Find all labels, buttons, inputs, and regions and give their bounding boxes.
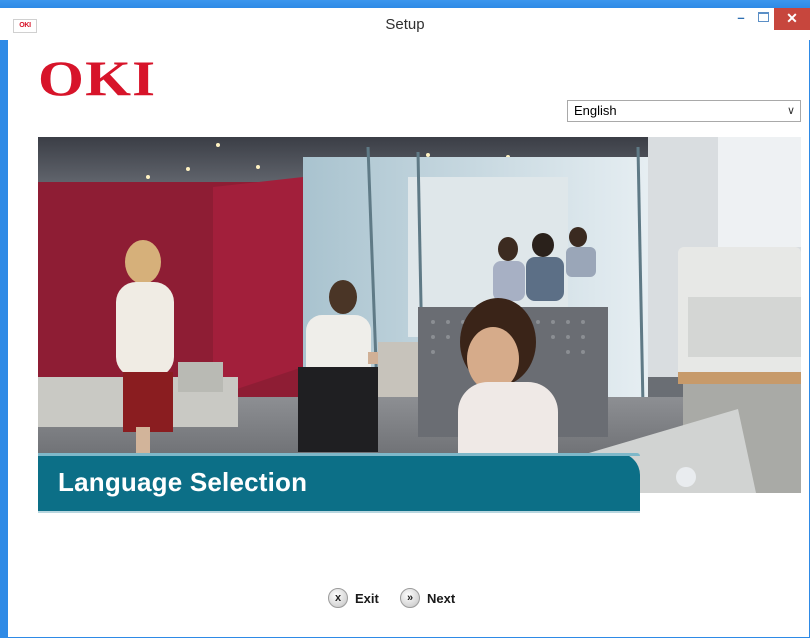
close-window-button[interactable]: ✕ bbox=[774, 8, 810, 30]
language-select-value: English bbox=[574, 103, 617, 118]
title-bar[interactable]: OKI Setup – ✕ bbox=[0, 0, 810, 40]
exit-button[interactable]: x Exit bbox=[328, 587, 379, 609]
exit-label: Exit bbox=[355, 590, 379, 606]
close-icon: ✕ bbox=[786, 10, 798, 26]
maximize-icon bbox=[757, 12, 769, 22]
language-select[interactable]: English ∨ bbox=[567, 100, 801, 122]
section-header: Language Selection bbox=[38, 453, 640, 513]
minimize-button[interactable]: – bbox=[730, 8, 752, 30]
next-icon: » bbox=[400, 588, 420, 608]
oki-logo: OKI bbox=[38, 50, 157, 106]
window-title: Setup bbox=[385, 16, 425, 33]
page-title: Language Selection bbox=[58, 467, 308, 497]
next-label: Next bbox=[427, 590, 456, 606]
chevron-down-icon: ∨ bbox=[786, 105, 795, 117]
maximize-button[interactable] bbox=[752, 8, 774, 30]
office-photo-illustration bbox=[38, 137, 801, 493]
close-icon: x bbox=[328, 588, 348, 608]
office-photo bbox=[38, 137, 801, 493]
title-bar-accent bbox=[0, 0, 810, 8]
next-button[interactable]: » Next bbox=[400, 587, 455, 609]
minimize-icon: – bbox=[737, 10, 745, 25]
